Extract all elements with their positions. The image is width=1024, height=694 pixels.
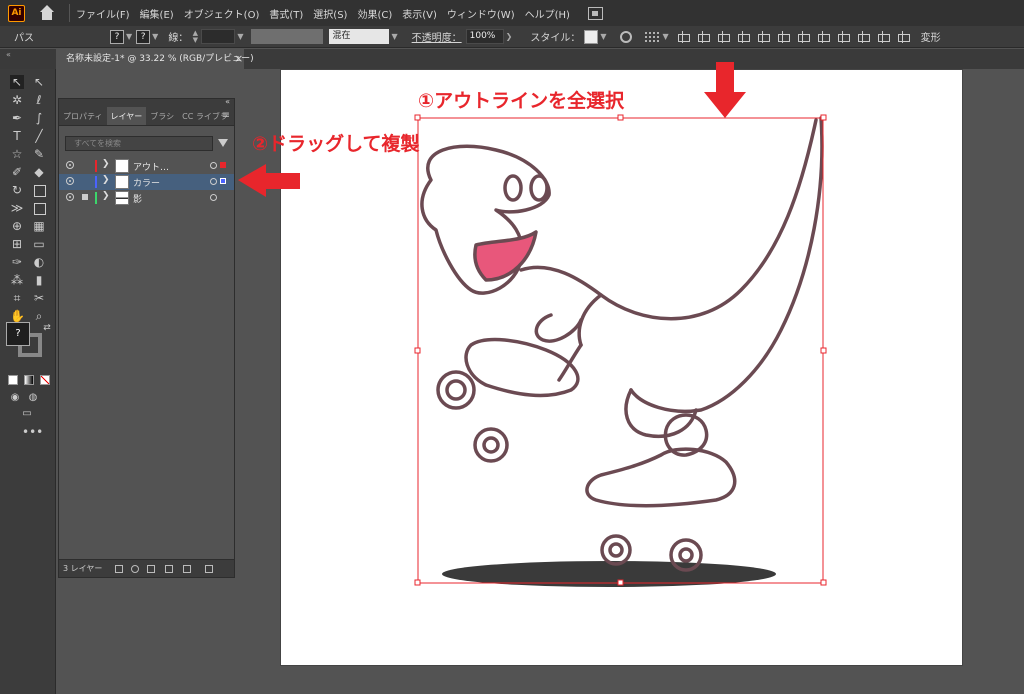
step1-annotation: ①アウトラインを全選択: [418, 90, 625, 112]
fill-color-box[interactable]: ?: [6, 322, 30, 346]
left-arrow-annotation: [238, 164, 300, 197]
down-arrow-annotation: [704, 62, 746, 118]
step2-annotation: ②ドラッグして複製: [252, 133, 420, 155]
